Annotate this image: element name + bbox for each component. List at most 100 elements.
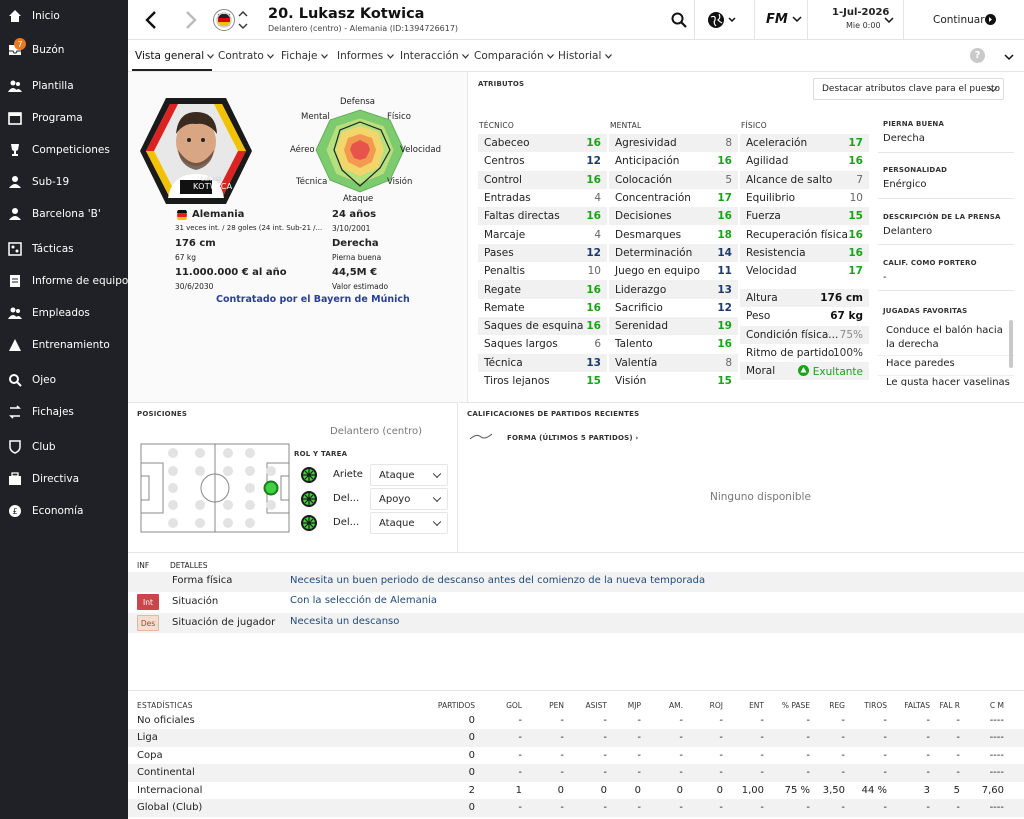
stats-column-header[interactable]: FALTAS xyxy=(904,701,930,710)
club-crest-icon[interactable] xyxy=(212,8,236,35)
stats-row[interactable]: Continental 0- - - - - - - - - - - - ---- xyxy=(128,764,1024,782)
stats-column-header[interactable]: ENT xyxy=(749,701,764,710)
attribute-row[interactable]: Determinación 14 xyxy=(609,243,738,263)
signed-by-link[interactable]: Contratado por el Bayern de Múnich xyxy=(216,294,410,305)
continue-button[interactable]: Continuar xyxy=(904,0,1024,40)
globe-icon[interactable] xyxy=(707,11,737,32)
stats-column-header[interactable]: ASIST xyxy=(586,701,607,710)
attribute-row[interactable]: Decisiones 16 xyxy=(609,207,738,226)
attribute-row[interactable]: Regate 16 xyxy=(478,280,607,299)
tab-historial[interactable]: Historial xyxy=(558,50,612,62)
role-name[interactable]: Del... xyxy=(333,517,359,528)
stats-column-header[interactable]: GOL xyxy=(506,701,522,710)
favourite-moves-scrollbar[interactable] xyxy=(1009,320,1013,368)
stats-row[interactable]: No oficiales 0- - - - - - - - - - - - ---- xyxy=(128,712,1024,730)
sidebar-item-competiciones[interactable]: Competiciones xyxy=(0,134,128,166)
role-name[interactable]: Ariete xyxy=(333,469,363,480)
attribute-row[interactable]: Entradas 4 xyxy=(478,189,607,207)
stats-column-header[interactable]: AM. xyxy=(669,701,683,710)
sidebar-item-entrenamiento[interactable]: Entrenamiento xyxy=(0,329,128,361)
sidebar-item-barcelona-b[interactable]: Barcelona 'B' xyxy=(0,198,128,230)
attribute-row[interactable]: Técnica 13 xyxy=(478,353,607,372)
sidebar-item-club[interactable]: Club xyxy=(0,431,128,463)
player-switch-chevrons-icon[interactable] xyxy=(238,9,248,34)
attribute-row[interactable]: Equilibrio 10 xyxy=(740,189,869,207)
stats-column-header[interactable]: TIROS xyxy=(864,701,887,710)
attribute-row[interactable]: Centros 12 xyxy=(478,152,607,170)
stats-column-header[interactable]: REG xyxy=(829,701,845,710)
calendar-chevron-icon[interactable] xyxy=(884,15,894,27)
sidebar-item-plantilla[interactable]: Plantilla xyxy=(0,70,128,102)
tab-contrato[interactable]: Contrato xyxy=(218,50,275,62)
stats-row[interactable]: Liga 0- - - - - - - - - - - - ---- xyxy=(128,729,1024,747)
stats-row[interactable]: Global (Club) 0- - - - - - - - - - - - ---- xyxy=(128,799,1024,817)
attribute-row[interactable]: Velocidad 17 xyxy=(740,262,869,280)
attribute-row[interactable]: Condición física... 75% xyxy=(740,325,869,344)
stats-column-header[interactable]: ROJ xyxy=(710,701,723,710)
attribute-row[interactable]: Liderazgo 13 xyxy=(609,280,738,299)
attribute-row[interactable]: Anticipación 16 xyxy=(609,152,738,170)
attribute-row[interactable]: Alcance de salto 7 xyxy=(740,170,869,189)
sidebar-item-sub-19[interactable]: Sub-19 xyxy=(0,166,128,198)
duty-dropdown[interactable]: Ataque xyxy=(370,512,448,534)
stats-column-header[interactable]: FAL R xyxy=(939,701,960,710)
more-chevron-icon[interactable] xyxy=(1004,52,1014,64)
help-icon[interactable]: ? xyxy=(970,48,985,63)
search-icon[interactable] xyxy=(671,12,687,31)
attribute-row[interactable]: Colocación 5 xyxy=(609,170,738,189)
sidebar-item-econom-a[interactable]: £ Economía xyxy=(0,495,128,527)
stats-column-header[interactable]: % PASE xyxy=(782,701,810,710)
sidebar-item-buz-n[interactable]: 7 Buzón xyxy=(0,34,128,66)
duty-dropdown[interactable]: Apoyo xyxy=(370,488,448,510)
attribute-row[interactable]: Altura 176 cm xyxy=(740,289,869,308)
forward-arrow-icon[interactable] xyxy=(184,10,198,33)
attribute-row[interactable]: Visión 15 xyxy=(609,372,738,390)
fm-logo[interactable]: FM xyxy=(766,12,788,27)
sidebar-item-empleados[interactable]: Empleados xyxy=(0,297,128,329)
attribute-row[interactable]: Sacrificio 12 xyxy=(609,299,738,317)
attribute-row[interactable]: Agresividad 8 xyxy=(609,134,738,153)
attribute-row[interactable]: Peso 67 kg xyxy=(740,307,869,325)
stats-row[interactable]: Internacional 2 1 0 0 0 0 0 1,00 75 % 3,50 44 % 3 5 7,… xyxy=(128,782,1024,800)
sidebar-item-fichajes[interactable]: Fichajes xyxy=(0,396,128,428)
role-name[interactable]: Del... xyxy=(333,493,359,504)
back-arrow-icon[interactable] xyxy=(144,10,158,33)
nationality[interactable]: Alemania xyxy=(192,209,244,220)
attribute-row[interactable]: Concentración 17 xyxy=(609,189,738,207)
tab-comparaci-n[interactable]: Comparación xyxy=(474,50,554,62)
sidebar-item-programa[interactable]: Programa xyxy=(0,102,128,134)
sidebar-item-inicio[interactable]: Inicio xyxy=(0,0,128,32)
attribute-row[interactable]: Ritmo de partido 100% xyxy=(740,344,869,362)
tab-vista-general[interactable]: Vista general xyxy=(135,50,215,62)
attribute-row[interactable]: Fuerza 15 xyxy=(740,207,869,226)
attribute-row[interactable]: Valentía 8 xyxy=(609,353,738,372)
attribute-row[interactable]: Moral Exultante xyxy=(740,362,869,381)
fm-menu-chevron-icon[interactable] xyxy=(792,14,802,26)
sidebar-item-ojeo[interactable]: Ojeo xyxy=(0,364,128,396)
attribute-row[interactable]: Aceleración 17 xyxy=(740,134,869,153)
stats-column-header[interactable]: PEN xyxy=(549,701,564,710)
attribute-row[interactable]: Agilidad 16 xyxy=(740,152,869,170)
attribute-row[interactable]: Marcaje 4 xyxy=(478,226,607,244)
attribute-row[interactable]: Saques de esquina 16 xyxy=(478,317,607,336)
attribute-row[interactable]: Tiros lejanos 15 xyxy=(478,372,607,390)
stats-column-header[interactable]: PARTIDOS xyxy=(438,701,475,710)
attribute-row[interactable]: Recuperación física 16 xyxy=(740,226,869,244)
stats-column-header[interactable]: C M xyxy=(990,701,1004,710)
attribute-row[interactable]: Pases 12 xyxy=(478,243,607,263)
highlight-attributes-dropdown[interactable]: Destacar atributos clave para el puesto xyxy=(813,78,1004,100)
tab-informes[interactable]: Informes xyxy=(337,50,394,62)
attribute-row[interactable]: Remate 16 xyxy=(478,299,607,317)
form-last-5-link[interactable]: FORMA (ÚLTIMOS 5 PARTIDOS) › xyxy=(507,434,639,442)
stats-row[interactable]: Copa 0- - - - - - - - - - - - ---- xyxy=(128,747,1024,765)
attribute-row[interactable]: Resistencia 16 xyxy=(740,243,869,263)
favourite-moves-list[interactable]: Conduce el balón hacia la derecha Hace p… xyxy=(878,320,1014,386)
stats-column-header[interactable]: MJP xyxy=(628,701,641,710)
sidebar-item-directiva[interactable]: Directiva xyxy=(0,463,128,495)
attribute-row[interactable]: Serenidad 19 xyxy=(609,317,738,336)
pitch-diagram[interactable] xyxy=(140,443,290,536)
duty-dropdown[interactable]: Ataque xyxy=(370,464,448,486)
tab-interacci-n[interactable]: Interacción xyxy=(400,50,469,62)
attribute-row[interactable]: Desmarques 18 xyxy=(609,226,738,244)
tab-fichaje[interactable]: Fichaje xyxy=(281,50,328,62)
